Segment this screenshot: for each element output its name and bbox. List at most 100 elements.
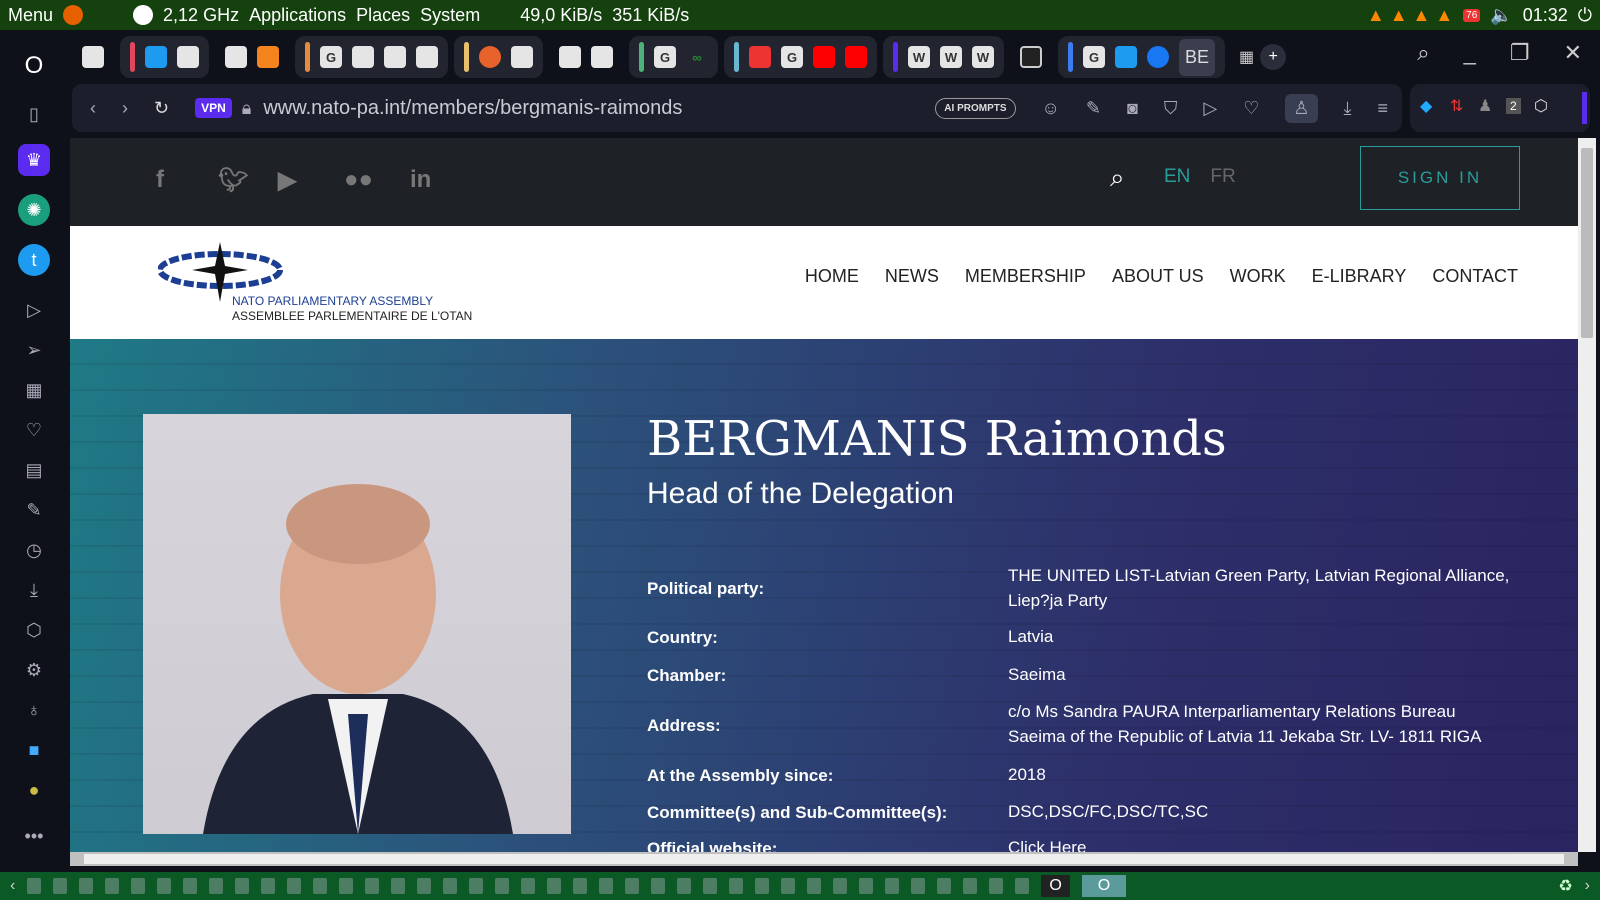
trash-icon[interactable]: ♻ [1558, 876, 1572, 896]
scroll-thumb[interactable] [1581, 148, 1593, 338]
camera-icon[interactable]: ◙ [1127, 98, 1138, 119]
tab-youtube[interactable] [845, 46, 867, 68]
taskbar-app[interactable] [209, 878, 224, 894]
tab-google[interactable]: G [654, 46, 676, 68]
taskbar-app[interactable] [677, 878, 692, 894]
chat-icon[interactable]: ■ [18, 734, 50, 766]
tab-google[interactable]: G [320, 46, 342, 68]
tab-wikipedia[interactable]: W [972, 46, 994, 68]
nav-news[interactable]: NEWS [885, 266, 939, 287]
taskbar-app[interactable] [911, 878, 926, 894]
taskbar-app[interactable] [261, 878, 276, 894]
tab[interactable] [384, 46, 406, 68]
download-icon[interactable]: ⤓ [1344, 98, 1352, 119]
taskbar-app[interactable] [339, 878, 354, 894]
clock[interactable]: 01:32 [1523, 5, 1568, 26]
tab-wikipedia[interactable]: W [908, 46, 930, 68]
taskbar-right-arrow[interactable]: › [1585, 877, 1590, 895]
taskbar-app[interactable] [963, 878, 978, 894]
taskbar-app[interactable] [235, 878, 250, 894]
opera-icon[interactable] [133, 5, 154, 25]
extension-icon[interactable]: ● [18, 774, 50, 806]
taskbar-app[interactable] [469, 878, 484, 894]
power-icon[interactable]: ⏻ [1578, 5, 1592, 26]
taskbar-app[interactable] [599, 878, 614, 894]
tab-metamask[interactable] [257, 46, 279, 68]
extension-icon[interactable]: ♟ [1478, 96, 1492, 116]
edit-icon[interactable]: ✎ [18, 494, 50, 526]
taskbar-app[interactable] [573, 878, 588, 894]
chatgpt-icon[interactable]: ✺ [18, 194, 50, 226]
taskbar-app[interactable] [989, 878, 1004, 894]
lang-fr[interactable]: FR [1210, 166, 1235, 188]
back-button[interactable]: ‹ [90, 98, 96, 119]
cube-icon[interactable]: ⬡ [1534, 96, 1548, 116]
taskbar-app[interactable] [27, 878, 42, 894]
taskbar-opera[interactable]: O [1041, 875, 1070, 897]
vlc-icon[interactable]: ▲ ▲ ▲ ▲ [1367, 5, 1453, 26]
taskbar-app[interactable] [781, 878, 796, 894]
horizontal-scrollbar[interactable] [70, 852, 1578, 866]
menu-button[interactable]: Menu [8, 5, 53, 26]
reload-button[interactable]: ↻ [154, 98, 169, 119]
search-icon[interactable]: ⌕ [1417, 40, 1429, 66]
taskbar-app[interactable] [131, 878, 146, 894]
tab-ask[interactable] [479, 46, 501, 68]
forward-button[interactable]: › [122, 98, 128, 119]
taskbar-app[interactable] [651, 878, 666, 894]
nav-e-library[interactable]: E-LIBRARY [1312, 266, 1407, 287]
opera-logo-icon[interactable]: O [18, 50, 50, 82]
taskbar-app[interactable] [755, 878, 770, 894]
crown-icon[interactable]: ♛ [18, 144, 50, 176]
tab-twitter[interactable] [145, 46, 167, 68]
tab-wikipedia[interactable]: W [940, 46, 962, 68]
tab-twitter[interactable] [1115, 46, 1137, 68]
linkedin-icon[interactable]: in [410, 166, 431, 194]
taskbar-app[interactable] [703, 878, 718, 894]
official-website-link[interactable]: Click Here [1008, 835, 1528, 852]
taskbar-app[interactable] [729, 878, 744, 894]
ai-prompts-button[interactable]: AI PROMPTS [935, 97, 1016, 119]
tab-youtube[interactable] [813, 46, 835, 68]
sign-in-button[interactable]: SIGN IN [1360, 146, 1520, 210]
player-icon[interactable]: ▷ [18, 294, 50, 326]
easy-setup-icon[interactable]: ≡ [1377, 98, 1388, 119]
vpn-badge[interactable]: VPN [195, 98, 232, 118]
tab[interactable] [749, 46, 771, 68]
restore-button[interactable]: ❐ [1510, 40, 1530, 66]
extension-icon[interactable]: ⇅ [1450, 96, 1463, 116]
system-menu[interactable]: System [420, 5, 480, 26]
heart-icon[interactable]: ♡ [1243, 98, 1259, 119]
taskbar-app[interactable] [287, 878, 302, 894]
lock-icon[interactable]: 🔒︎ [242, 98, 252, 119]
close-button[interactable]: ✕ [1564, 40, 1582, 66]
tab[interactable] [511, 46, 533, 68]
taskbar-app[interactable] [391, 878, 406, 894]
tab[interactable] [225, 46, 247, 68]
cube-icon[interactable]: ⬡ [18, 614, 50, 646]
tab[interactable] [416, 46, 438, 68]
taskbar-app[interactable] [443, 878, 458, 894]
taskbar-app[interactable] [495, 878, 510, 894]
news-icon[interactable]: ▤ [18, 454, 50, 486]
lang-en[interactable]: EN [1164, 166, 1190, 188]
tab[interactable] [352, 46, 374, 68]
volume-icon[interactable]: 🔈 [1490, 5, 1512, 26]
nav-home[interactable]: HOME [805, 266, 859, 287]
reader-icon[interactable]: ▯ [18, 98, 50, 130]
edit-icon[interactable]: ✎ [1086, 98, 1101, 119]
lightbulb-icon[interactable]: ♁ [18, 694, 50, 726]
tab-facebook[interactable] [1147, 46, 1169, 68]
twitter-icon[interactable]: t [18, 244, 50, 276]
tab[interactable] [82, 46, 104, 68]
places-menu[interactable]: Places [356, 5, 410, 26]
tab[interactable] [1020, 46, 1042, 68]
taskbar-app[interactable] [859, 878, 874, 894]
history-icon[interactable]: ◷ [18, 534, 50, 566]
download-icon[interactable]: ⤓ [18, 574, 50, 606]
settings-icon[interactable]: ⚙ [18, 654, 50, 686]
taskbar-app[interactable] [833, 878, 848, 894]
taskbar-app[interactable] [807, 878, 822, 894]
firefox-icon[interactable] [63, 5, 84, 25]
taskbar-app[interactable] [365, 878, 380, 894]
